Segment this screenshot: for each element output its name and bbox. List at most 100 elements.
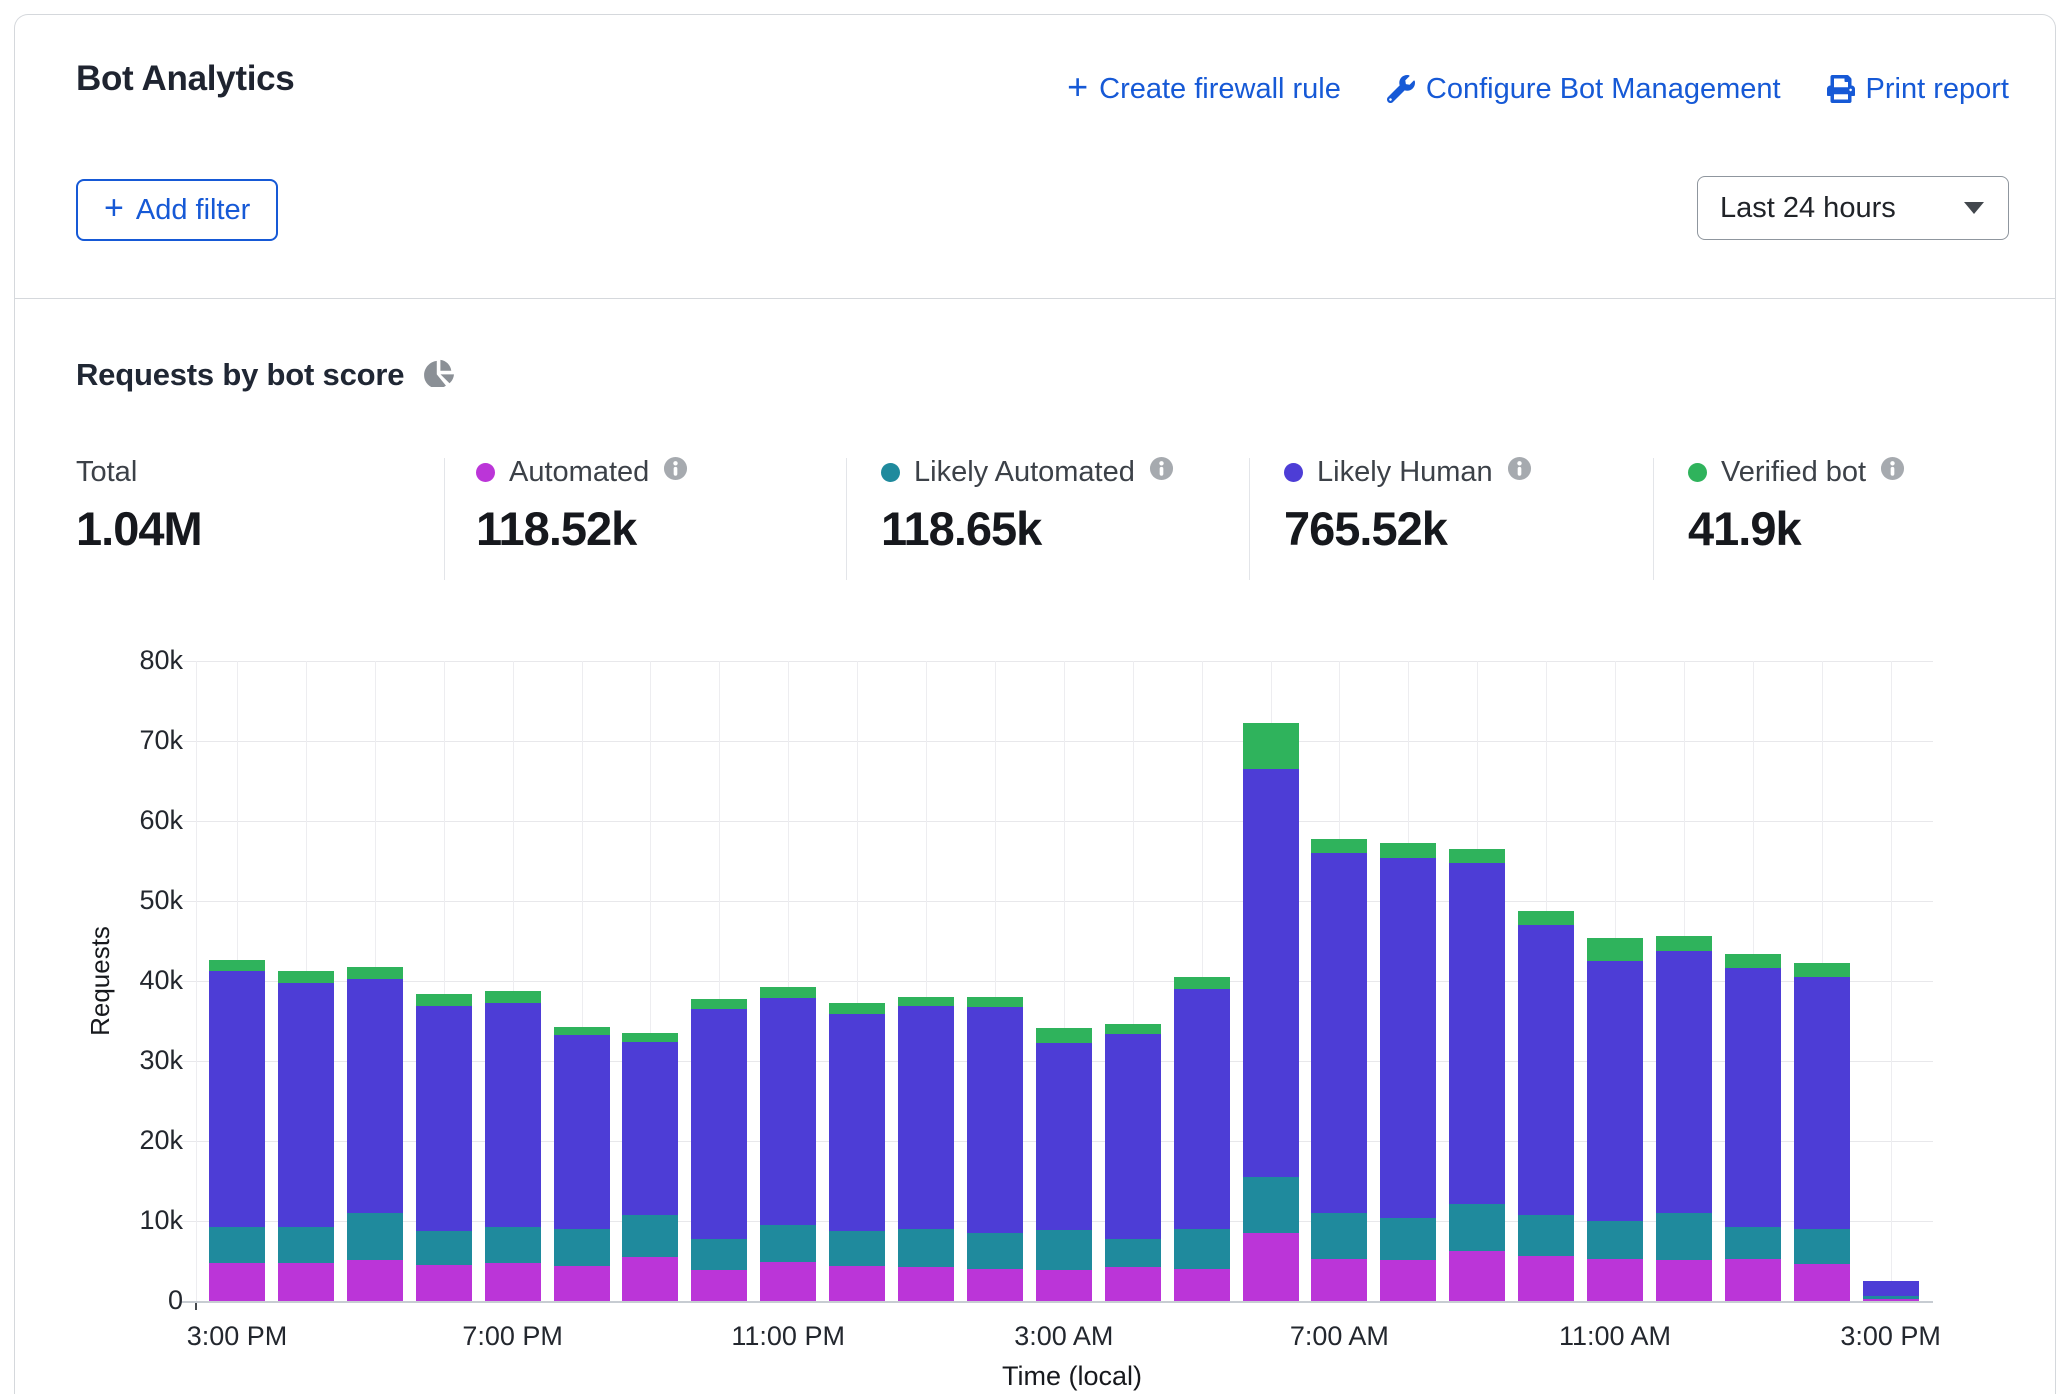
bar-segment-verified-bot[interactable] — [1380, 843, 1436, 857]
bar-segment-likely-human[interactable] — [760, 998, 816, 1225]
bar-segment-verified-bot[interactable] — [691, 999, 747, 1009]
bar-segment-likely-human[interactable] — [485, 1003, 541, 1226]
bar-segment-likely-automated[interactable] — [898, 1229, 954, 1267]
bar-segment-verified-bot[interactable] — [485, 991, 541, 1003]
bar-segment-likely-automated[interactable] — [1725, 1227, 1781, 1260]
info-icon[interactable] — [1507, 456, 1532, 489]
bar-segment-likely-automated[interactable] — [485, 1227, 541, 1263]
bar-segment-likely-human[interactable] — [967, 1007, 1023, 1233]
info-icon[interactable] — [1149, 456, 1174, 489]
bar-segment-likely-automated[interactable] — [1036, 1230, 1092, 1270]
bar-segment-likely-automated[interactable] — [1174, 1229, 1230, 1269]
bar-segment-automated[interactable] — [1518, 1256, 1574, 1301]
bar-segment-likely-automated[interactable] — [1243, 1177, 1299, 1233]
bar-segment-likely-human[interactable] — [1311, 853, 1367, 1213]
bar-segment-automated[interactable] — [1243, 1233, 1299, 1301]
bar-segment-verified-bot[interactable] — [1036, 1028, 1092, 1043]
bar-segment-verified-bot[interactable] — [1518, 911, 1574, 925]
bar-segment-verified-bot[interactable] — [209, 960, 265, 971]
bar-segment-likely-human[interactable] — [898, 1006, 954, 1229]
bar-segment-verified-bot[interactable] — [1243, 723, 1299, 769]
bar-segment-automated[interactable] — [278, 1263, 334, 1301]
bar-segment-automated[interactable] — [829, 1266, 885, 1301]
info-icon[interactable] — [663, 456, 688, 489]
add-filter-button[interactable]: + Add filter — [76, 179, 278, 241]
bar-segment-automated[interactable] — [1587, 1259, 1643, 1301]
bar-segment-likely-human[interactable] — [416, 1006, 472, 1231]
bar-segment-verified-bot[interactable] — [967, 997, 1023, 1007]
bar-segment-likely-human[interactable] — [1174, 989, 1230, 1229]
bar-segment-verified-bot[interactable] — [829, 1003, 885, 1013]
bar-segment-automated[interactable] — [1656, 1260, 1712, 1301]
bar-segment-verified-bot[interactable] — [1587, 938, 1643, 961]
bar-segment-automated[interactable] — [416, 1265, 472, 1301]
bar-segment-likely-human[interactable] — [1587, 961, 1643, 1221]
bar-segment-verified-bot[interactable] — [416, 994, 472, 1006]
bar-segment-likely-automated[interactable] — [554, 1229, 610, 1266]
bar-segment-automated[interactable] — [1036, 1270, 1092, 1301]
bar-segment-automated[interactable] — [209, 1263, 265, 1301]
bar-segment-likely-human[interactable] — [1656, 951, 1712, 1213]
bar-segment-automated[interactable] — [691, 1270, 747, 1301]
bar-segment-likely-automated[interactable] — [1311, 1213, 1367, 1259]
bar-segment-likely-human[interactable] — [1036, 1043, 1092, 1229]
bar-segment-verified-bot[interactable] — [1656, 936, 1712, 950]
bar-segment-verified-bot[interactable] — [760, 987, 816, 997]
bar-segment-automated[interactable] — [554, 1266, 610, 1301]
bar-segment-automated[interactable] — [1449, 1251, 1505, 1301]
bar-segment-automated[interactable] — [898, 1267, 954, 1301]
configure-bot-management-link[interactable]: Configure Bot Management — [1387, 73, 1781, 106]
bar-segment-verified-bot[interactable] — [1105, 1024, 1161, 1034]
bar-segment-likely-automated[interactable] — [1105, 1239, 1161, 1266]
bar-segment-likely-human[interactable] — [209, 971, 265, 1227]
create-firewall-rule-link[interactable]: + Create firewall rule — [1067, 71, 1341, 107]
bar-segment-verified-bot[interactable] — [554, 1027, 610, 1036]
bar-segment-likely-human[interactable] — [1863, 1281, 1919, 1296]
bar-segment-likely-automated[interactable] — [278, 1227, 334, 1263]
bar-segment-likely-human[interactable] — [1794, 977, 1850, 1229]
info-icon[interactable] — [1880, 456, 1905, 489]
bar-segment-likely-human[interactable] — [829, 1014, 885, 1232]
bar-segment-likely-automated[interactable] — [209, 1227, 265, 1263]
bar-segment-likely-automated[interactable] — [829, 1231, 885, 1265]
bar-segment-verified-bot[interactable] — [1449, 849, 1505, 863]
bar-segment-likely-human[interactable] — [1449, 863, 1505, 1204]
bar-segment-automated[interactable] — [1380, 1260, 1436, 1301]
bar-segment-likely-automated[interactable] — [1518, 1215, 1574, 1257]
bar-segment-verified-bot[interactable] — [1311, 839, 1367, 853]
bar-segment-likely-automated[interactable] — [691, 1239, 747, 1270]
bar-segment-likely-human[interactable] — [1380, 858, 1436, 1218]
time-range-select[interactable]: Last 24 hours — [1697, 176, 2009, 240]
bar-segment-likely-automated[interactable] — [1380, 1218, 1436, 1260]
bar-segment-verified-bot[interactable] — [1725, 954, 1781, 968]
bar-segment-likely-automated[interactable] — [967, 1233, 1023, 1269]
bar-segment-likely-human[interactable] — [1725, 968, 1781, 1226]
bar-segment-automated[interactable] — [347, 1260, 403, 1301]
bar-segment-automated[interactable] — [622, 1257, 678, 1301]
bar-segment-automated[interactable] — [485, 1263, 541, 1301]
bar-segment-likely-automated[interactable] — [1449, 1204, 1505, 1251]
bar-segment-likely-human[interactable] — [1518, 925, 1574, 1215]
bar-segment-automated[interactable] — [1311, 1259, 1367, 1301]
bar-segment-verified-bot[interactable] — [622, 1033, 678, 1042]
bar-segment-likely-automated[interactable] — [416, 1231, 472, 1265]
bar-segment-verified-bot[interactable] — [278, 971, 334, 982]
bar-segment-automated[interactable] — [1863, 1299, 1919, 1301]
bar-segment-verified-bot[interactable] — [347, 967, 403, 979]
bar-segment-likely-automated[interactable] — [622, 1215, 678, 1257]
bar-segment-verified-bot[interactable] — [1174, 977, 1230, 989]
bar-segment-verified-bot[interactable] — [898, 997, 954, 1006]
bar-segment-likely-human[interactable] — [1105, 1034, 1161, 1240]
bar-segment-likely-human[interactable] — [622, 1042, 678, 1216]
bar-segment-automated[interactable] — [1794, 1264, 1850, 1301]
bar-segment-likely-automated[interactable] — [760, 1225, 816, 1262]
bar-segment-likely-automated[interactable] — [1587, 1221, 1643, 1259]
bar-segment-likely-human[interactable] — [347, 979, 403, 1213]
bar-segment-automated[interactable] — [1105, 1267, 1161, 1301]
bar-segment-verified-bot[interactable] — [1794, 963, 1850, 977]
bar-segment-automated[interactable] — [1174, 1269, 1230, 1301]
bar-segment-automated[interactable] — [760, 1262, 816, 1301]
bar-segment-likely-automated[interactable] — [1863, 1296, 1919, 1298]
bar-segment-likely-human[interactable] — [691, 1009, 747, 1239]
bar-segment-likely-automated[interactable] — [347, 1213, 403, 1260]
